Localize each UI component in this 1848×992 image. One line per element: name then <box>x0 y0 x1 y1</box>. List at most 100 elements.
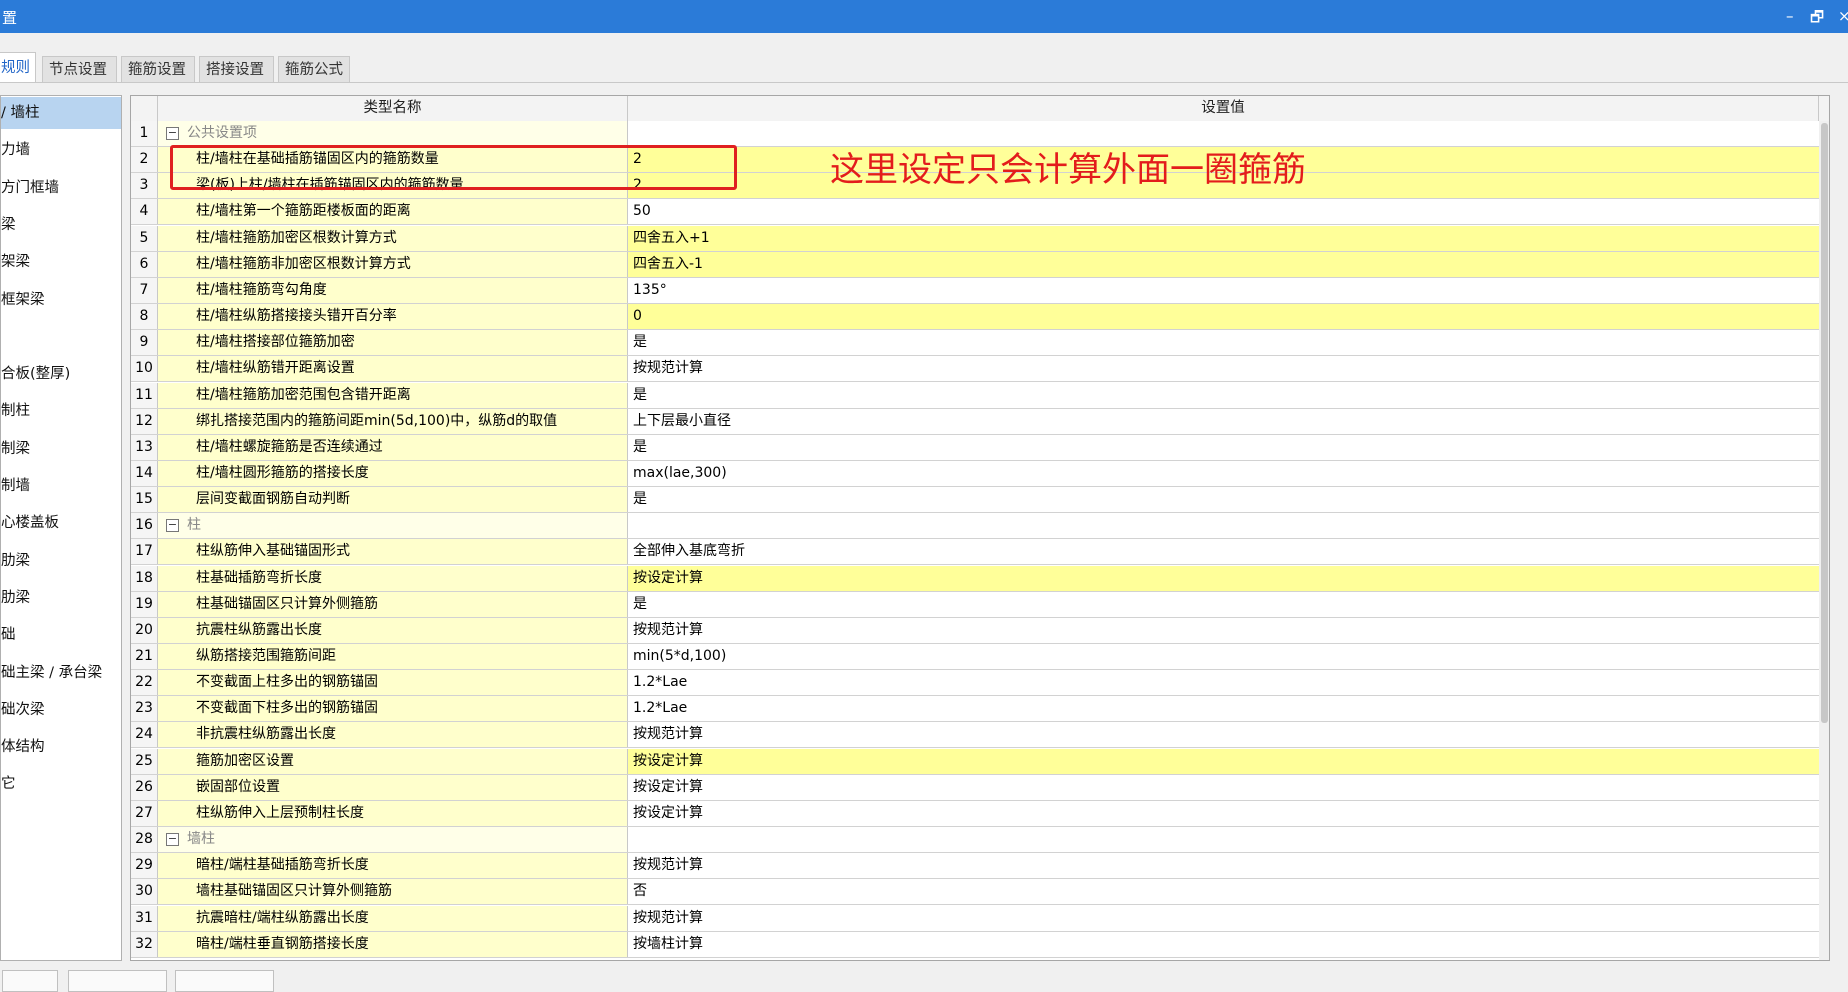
tab-divider <box>0 82 1848 83</box>
collapse-icon[interactable]: − <box>166 832 179 846</box>
group-row[interactable]: 28− 墙柱 <box>131 827 1819 854</box>
setting-value[interactable]: 否 <box>628 879 1819 904</box>
table-row[interactable]: 23 不变截面下柱多出的钢筋锚固 1.2*Lae <box>131 696 1819 723</box>
left-list-item[interactable]: 制柱 <box>1 395 121 427</box>
tab-0[interactable]: 规则 <box>0 52 36 83</box>
setting-value[interactable]: 按规范计算 <box>628 722 1819 747</box>
table-row[interactable]: 32 暗柱/端柱垂直钢筋搭接长度 按墙柱计算 <box>131 931 1819 958</box>
table-row[interactable]: 22 不变截面上柱多出的钢筋锚固 1.2*Lae <box>131 670 1819 697</box>
vertical-scrollbar[interactable] <box>1819 121 1829 960</box>
tab-3[interactable]: 搭接设置 <box>199 56 274 82</box>
table-row[interactable]: 8 柱/墙柱纵筋搭接接头错开百分率 0 <box>131 304 1819 331</box>
left-list-item[interactable]: 制梁 <box>1 433 121 465</box>
left-list-item[interactable]: 架梁 <box>1 246 121 278</box>
setting-value[interactable]: 是 <box>628 487 1819 512</box>
setting-name: 柱/墙柱箍筋非加密区根数计算方式 <box>158 251 628 277</box>
table-row[interactable]: 17 柱纵筋伸入基础锚固形式 全部伸入基底弯折 <box>131 539 1819 566</box>
tab-1[interactable]: 节点设置 <box>42 56 117 82</box>
table-row[interactable]: 7 柱/墙柱箍筋弯勾角度 135° <box>131 277 1819 304</box>
restore-button[interactable]: 🗗 <box>1810 7 1824 32</box>
table-row[interactable]: 26 嵌固部位设置 按设定计算 <box>131 774 1819 801</box>
setting-value[interactable]: max(lae,300) <box>628 461 1819 486</box>
left-list-item[interactable] <box>1 321 121 353</box>
setting-name-label: 层间变截面钢筋自动判断 <box>196 491 350 508</box>
setting-value[interactable]: 按规范计算 <box>628 906 1819 931</box>
table-row[interactable]: 27 柱纵筋伸入上层预制柱长度 按设定计算 <box>131 800 1819 827</box>
left-list-item[interactable]: / 墙柱 <box>1 97 121 129</box>
table-row[interactable]: 11 柱/墙柱箍筋加密范围包含错开距离 是 <box>131 382 1819 409</box>
table-row[interactable]: 13 柱/墙柱螺旋箍筋是否连续通过 是 <box>131 434 1819 461</box>
setting-name: 梁(板)上柱/墙柱在插筋锚固区内的箍筋数量 <box>158 173 628 199</box>
left-list-item[interactable]: 础次梁 <box>1 694 121 726</box>
scrollbar-thumb[interactable] <box>1821 123 1828 723</box>
left-list-item[interactable]: 它 <box>1 768 121 800</box>
setting-name-label: 柱/墙柱箍筋加密范围包含错开距离 <box>196 386 411 403</box>
setting-value[interactable]: 1.2*Lae <box>628 670 1819 695</box>
left-list-item[interactable]: 框架梁 <box>1 284 121 316</box>
setting-value[interactable]: min(5*d,100) <box>628 644 1819 669</box>
setting-value[interactable]: 按设定计算 <box>628 801 1819 826</box>
setting-value[interactable]: 50 <box>628 199 1819 224</box>
setting-value[interactable]: 全部伸入基底弯折 <box>628 539 1819 564</box>
left-list-item[interactable]: 梁 <box>1 209 121 241</box>
table-row[interactable]: 15 层间变截面钢筋自动判断 是 <box>131 487 1819 514</box>
table-row[interactable]: 30 墙柱基础锚固区只计算外侧箍筋 否 <box>131 879 1819 906</box>
setting-value[interactable]: 135° <box>628 278 1819 303</box>
setting-name-label: 抗震柱纵筋露出长度 <box>196 621 322 638</box>
setting-value[interactable]: 按设定计算 <box>628 565 1819 591</box>
left-list-item[interactable]: 力墙 <box>1 134 121 166</box>
setting-value[interactable]: 四舍五入-1 <box>628 251 1819 277</box>
row-number: 7 <box>131 277 158 303</box>
setting-name-label: 公共设置项 <box>187 125 257 141</box>
table-row[interactable]: 29 暗柱/端柱基础插筋弯折长度 按规范计算 <box>131 853 1819 880</box>
left-list-item[interactable]: 心楼盖板 <box>1 507 121 539</box>
row-number: 8 <box>131 304 158 330</box>
setting-value[interactable]: 按规范计算 <box>628 356 1819 381</box>
table-row[interactable]: 19 柱基础锚固区只计算外侧箍筋 是 <box>131 591 1819 618</box>
table-row[interactable]: 25 箍筋加密区设置 按设定计算 <box>131 748 1819 775</box>
collapse-icon[interactable]: − <box>166 126 179 140</box>
table-row[interactable]: 6 柱/墙柱箍筋非加密区根数计算方式 四舍五入-1 <box>131 251 1819 278</box>
header-type-name: 类型名称 <box>158 96 628 121</box>
table-row[interactable]: 5 柱/墙柱箍筋加密区根数计算方式 四舍五入+1 <box>131 225 1819 252</box>
left-list-item[interactable]: 肋梁 <box>1 582 121 614</box>
left-list-item[interactable]: 肋梁 <box>1 545 121 577</box>
table-row[interactable]: 14 柱/墙柱圆形箍筋的搭接长度 max(lae,300) <box>131 460 1819 487</box>
setting-value[interactable]: 按设定计算 <box>628 775 1819 800</box>
table-row[interactable]: 9 柱/墙柱搭接部位箍筋加密 是 <box>131 330 1819 357</box>
left-list-item[interactable]: 体结构 <box>1 731 121 763</box>
left-list-item[interactable]: 制墙 <box>1 470 121 502</box>
tab-4[interactable]: 箍筋公式 <box>278 56 350 82</box>
setting-value[interactable]: 按墙柱计算 <box>628 932 1819 957</box>
setting-value[interactable]: 是 <box>628 592 1819 617</box>
tab-2[interactable]: 箍筋设置 <box>121 56 195 82</box>
setting-value[interactable]: 按规范计算 <box>628 618 1819 643</box>
left-list-item[interactable]: 方门框墙 <box>1 172 121 204</box>
left-list-item[interactable]: 合板(整厚) <box>1 358 121 390</box>
left-list-item[interactable]: 础 <box>1 619 121 651</box>
close-button[interactable]: × <box>1838 7 1848 25</box>
table-row[interactable]: 10 柱/墙柱纵筋错开距离设置 按规范计算 <box>131 356 1819 383</box>
left-list-item[interactable]: 础主梁 / 承台梁 <box>1 657 121 689</box>
group-row[interactable]: 16− 柱 <box>131 513 1819 540</box>
table-row[interactable]: 4 柱/墙柱第一个箍筋距楼板面的距离 50 <box>131 199 1819 226</box>
setting-value[interactable] <box>628 513 1819 539</box>
setting-value[interactable]: 是 <box>628 383 1819 408</box>
table-row[interactable]: 31 抗震暗柱/端柱纵筋露出长度 按规范计算 <box>131 905 1819 932</box>
setting-value[interactable]: 是 <box>628 330 1819 355</box>
setting-value[interactable] <box>628 827 1819 853</box>
table-row[interactable]: 21 纵筋搭接范围箍筋间距 min(5*d,100) <box>131 644 1819 670</box>
setting-value[interactable]: 上下层最小直径 <box>628 409 1819 434</box>
collapse-icon[interactable]: − <box>166 518 179 532</box>
setting-value[interactable]: 按设定计算 <box>628 748 1819 774</box>
setting-value[interactable]: 按规范计算 <box>628 853 1819 878</box>
minimize-button[interactable]: – <box>1786 7 1794 25</box>
table-row[interactable]: 18 柱基础插筋弯折长度 按设定计算 <box>131 565 1819 592</box>
table-row[interactable]: 12 绑扎搭接范围内的箍筋间距min(5d,100)中，纵筋d的取值 上下层最小直径 <box>131 408 1819 435</box>
table-row[interactable]: 20 抗震柱纵筋露出长度 按规范计算 <box>131 617 1819 644</box>
setting-value[interactable]: 0 <box>628 304 1819 330</box>
setting-value[interactable]: 1.2*Lae <box>628 696 1819 721</box>
setting-value[interactable]: 是 <box>628 435 1819 460</box>
setting-value[interactable]: 四舍五入+1 <box>628 225 1819 251</box>
table-row[interactable]: 24 非抗震柱纵筋露出长度 按规范计算 <box>131 722 1819 749</box>
